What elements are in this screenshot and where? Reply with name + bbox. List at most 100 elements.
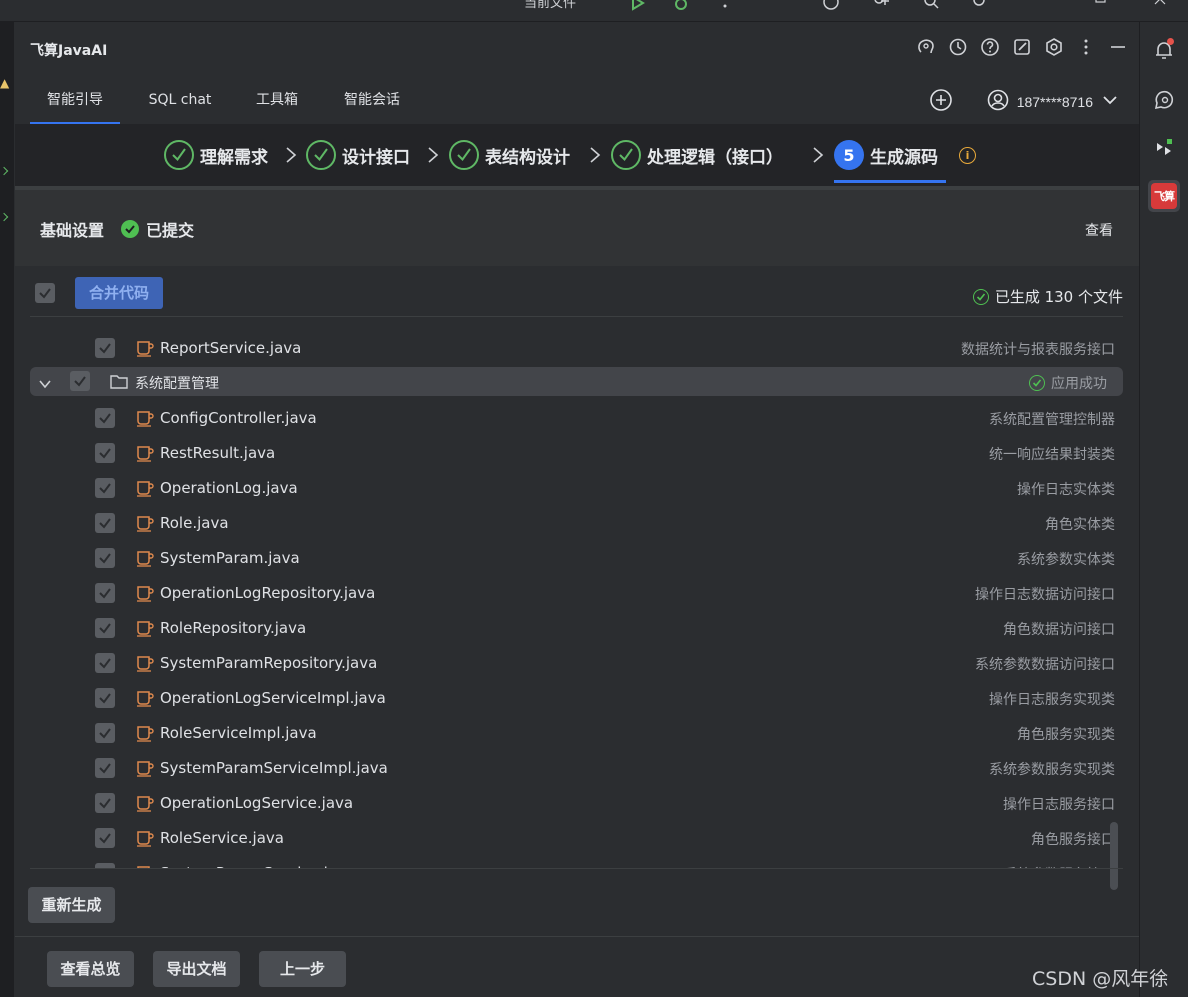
chevron-down-icon[interactable] xyxy=(1101,91,1119,113)
file-row[interactable]: ConfigController.java 系统配置管理控制器 xyxy=(30,401,1123,436)
file-name[interactable]: OperationLog.java xyxy=(160,479,298,497)
file-row[interactable]: RoleService.java 角色服务接口 xyxy=(30,821,1123,856)
run-icon[interactable] xyxy=(628,0,646,12)
search-icon[interactable] xyxy=(922,0,940,12)
previous-step-button[interactable]: 上一步 xyxy=(259,951,346,987)
file-name[interactable]: SystemParam.java xyxy=(160,549,300,567)
file-row[interactable]: OperationLogService.java 操作日志服务接口 xyxy=(30,786,1123,821)
file-row[interactable]: RoleRepository.java 角色数据访问接口 xyxy=(30,611,1123,646)
tab-smart-chat[interactable]: 智能会话 xyxy=(331,78,413,124)
add-icon[interactable] xyxy=(929,88,953,116)
more-icon[interactable] xyxy=(716,0,734,12)
close-window-icon[interactable] xyxy=(1152,0,1170,12)
history-icon[interactable] xyxy=(947,36,969,58)
feisuan-logo-icon: 飞算 xyxy=(1151,183,1177,209)
add-user-icon[interactable] xyxy=(872,0,890,12)
merge-code-button[interactable]: 合并代码 xyxy=(75,277,163,309)
more-options-icon[interactable] xyxy=(1075,36,1097,58)
file-row[interactable]: OperationLogRepository.java 操作日志数据访问接口 xyxy=(30,576,1123,611)
debug-icon[interactable] xyxy=(672,0,690,12)
chevron-right-icon xyxy=(286,147,297,163)
current-file-selector[interactable]: 当前文件 xyxy=(524,0,576,11)
step-understand-requirements[interactable]: 理解需求 xyxy=(164,140,268,170)
file-row[interactable]: SystemParamServiceImpl.java 系统参数服务实现类 xyxy=(30,751,1123,786)
java-file-icon xyxy=(136,479,154,497)
file-row[interactable]: SystemParam.java 系统参数实体类 xyxy=(30,541,1123,576)
ai-assistant-icon[interactable] xyxy=(822,0,840,12)
warning-icon: ▲ xyxy=(0,76,10,90)
file-checkbox[interactable] xyxy=(95,828,115,848)
java-file-icon xyxy=(136,689,154,707)
tab-sql-chat[interactable]: SQL chat xyxy=(135,78,225,124)
file-row[interactable]: SystemParamService.java系统参数服务接口 xyxy=(30,856,1123,868)
file-checkbox[interactable] xyxy=(95,793,115,813)
view-link[interactable]: 查看 xyxy=(1085,220,1113,240)
file-checkbox[interactable] xyxy=(95,408,115,428)
tab-smart-guide[interactable]: 智能引导 xyxy=(30,78,120,124)
user-account-label[interactable]: 187****8716 xyxy=(1017,94,1093,110)
file-row[interactable]: ReportService.java 数据统计与报表服务接口 xyxy=(30,331,1123,366)
file-checkbox[interactable] xyxy=(95,688,115,708)
file-name[interactable]: RestResult.java xyxy=(160,444,275,462)
file-list-scrollbar[interactable] xyxy=(1110,822,1118,890)
user-avatar-icon[interactable] xyxy=(987,89,1009,115)
step-table-design[interactable]: 表结构设计 xyxy=(449,140,570,170)
file-checkbox[interactable] xyxy=(95,758,115,778)
file-name[interactable]: SystemParamServiceImpl.java xyxy=(160,759,388,777)
help-icon[interactable] xyxy=(979,36,1001,58)
edit-icon[interactable] xyxy=(1011,36,1033,58)
java-file-icon xyxy=(136,724,154,742)
file-checkbox[interactable] xyxy=(95,478,115,498)
file-name[interactable]: Role.java xyxy=(160,514,229,532)
file-name[interactable]: ConfigController.java xyxy=(160,409,317,427)
check-circle-icon xyxy=(972,288,989,305)
minimize-icon[interactable] xyxy=(1107,36,1129,58)
step-process-logic[interactable]: 处理逻辑（接口） xyxy=(611,140,783,170)
restore-window-icon[interactable] xyxy=(1092,0,1110,12)
file-checkbox[interactable] xyxy=(95,618,115,638)
file-checkbox[interactable] xyxy=(95,443,115,463)
file-description: 操作日志数据访问接口 xyxy=(975,587,1115,603)
folder-row[interactable]: 系统配置管理 应用成功 xyxy=(30,367,1123,396)
file-name[interactable]: SystemParamRepository.java xyxy=(160,654,377,672)
file-checkbox[interactable] xyxy=(95,653,115,673)
step-generate-source[interactable]: 5 生成源码 xyxy=(834,140,938,170)
info-icon[interactable]: i xyxy=(959,147,976,164)
file-row[interactable]: OperationLogServiceImpl.java 操作日志服务实现类 xyxy=(30,681,1123,716)
file-row[interactable]: SystemParamRepository.java 系统参数数据访问接口 xyxy=(30,646,1123,681)
brain-icon[interactable] xyxy=(915,36,937,58)
regenerate-button[interactable]: 重新生成 xyxy=(28,887,115,923)
file-checkbox[interactable] xyxy=(95,513,115,533)
file-row[interactable]: Role.java 角色实体类 xyxy=(30,506,1123,541)
file-name[interactable]: OperationLogRepository.java xyxy=(160,584,375,602)
view-overview-button[interactable]: 查看总览 xyxy=(47,951,134,987)
file-row[interactable]: OperationLog.java 操作日志实体类 xyxy=(30,471,1123,506)
file-row[interactable]: RoleServiceImpl.java 角色服务实现类 xyxy=(30,716,1123,751)
plugin-tool-button[interactable] xyxy=(1148,132,1180,164)
file-checkbox[interactable] xyxy=(95,723,115,743)
file-name[interactable]: OperationLogService.java xyxy=(160,794,353,812)
ai-chat-tool-button[interactable] xyxy=(1148,84,1180,116)
file-name[interactable]: ReportService.java xyxy=(160,339,301,357)
file-checkbox[interactable] xyxy=(95,583,115,603)
step-design-interface[interactable]: 设计接口 xyxy=(306,140,410,170)
folder-checkbox[interactable] xyxy=(70,371,90,391)
file-checkbox[interactable] xyxy=(95,548,115,568)
select-all-checkbox[interactable] xyxy=(35,283,55,303)
notifications-button[interactable] xyxy=(1148,34,1180,66)
gear-icon[interactable] xyxy=(1043,36,1065,58)
settings-icon[interactable] xyxy=(970,0,988,12)
tab-toolbox[interactable]: 工具箱 xyxy=(239,78,315,124)
folder-name[interactable]: 系统配置管理 xyxy=(135,373,219,393)
file-name[interactable]: RoleRepository.java xyxy=(160,619,306,637)
chevron-down-icon[interactable] xyxy=(38,377,52,391)
file-checkbox[interactable] xyxy=(95,338,115,358)
export-document-button[interactable]: 导出文档 xyxy=(153,951,240,987)
file-row[interactable]: RestResult.java 统一响应结果封装类 xyxy=(30,436,1123,471)
file-name[interactable]: RoleServiceImpl.java xyxy=(160,724,317,742)
file-name[interactable]: RoleService.java xyxy=(160,829,284,847)
right-tool-strip: 飞算 xyxy=(1139,22,1188,997)
file-name[interactable]: OperationLogServiceImpl.java xyxy=(160,689,386,707)
feisuan-tool-button[interactable]: 飞算 xyxy=(1148,180,1180,212)
folder-icon xyxy=(110,375,128,389)
